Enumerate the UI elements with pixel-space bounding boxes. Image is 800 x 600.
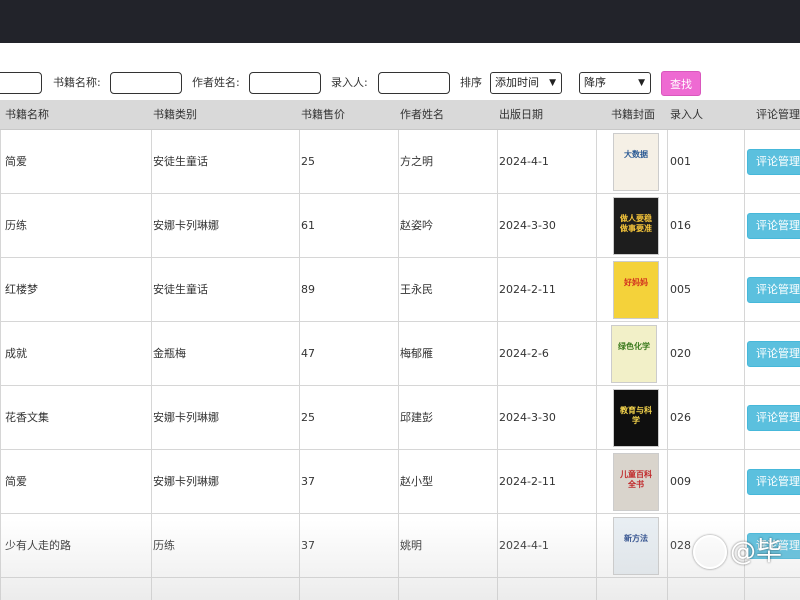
cover-title: 教育与科学 bbox=[620, 406, 652, 425]
enterer-cell: 005 bbox=[670, 283, 691, 296]
book-name-cell: 简爱 bbox=[5, 475, 27, 488]
book-name-cell: 历练 bbox=[5, 219, 27, 232]
book-cover-image: 做人要稳 做事要准 bbox=[613, 197, 659, 255]
book-price-cell: 47 bbox=[301, 347, 315, 360]
enterer-cell: 016 bbox=[670, 219, 691, 232]
book-price-cell: 25 bbox=[301, 411, 315, 424]
book-cover-image: 儿童百科全书 bbox=[613, 453, 659, 511]
col-header-category: 书籍类别 bbox=[153, 108, 197, 121]
book-cover-image: 绿色化学 bbox=[611, 325, 657, 383]
column-divider bbox=[299, 130, 300, 600]
chevron-down-icon: ▼ bbox=[549, 78, 556, 88]
review-manage-button[interactable]: 评论管理 bbox=[747, 149, 800, 175]
cover-title: 好妈妈 bbox=[624, 278, 648, 287]
enterer-label: 录入人: bbox=[331, 76, 368, 89]
book-category-cell: 安娜卡列琳娜 bbox=[153, 411, 219, 424]
author-name-cell: 姚明 bbox=[400, 539, 422, 552]
column-divider bbox=[667, 130, 668, 600]
publish-date-cell: 2024-2-11 bbox=[499, 283, 556, 296]
col-header-cover: 书籍封面 bbox=[611, 108, 655, 121]
col-header-author: 作者姓名 bbox=[400, 108, 444, 121]
enterer-cell: 026 bbox=[670, 411, 691, 424]
book-price-cell: 25 bbox=[301, 155, 315, 168]
col-header-review: 评论管理 bbox=[756, 108, 800, 121]
cover-title: 儿童百科全书 bbox=[620, 470, 652, 489]
search-button[interactable]: 查找 bbox=[661, 71, 701, 96]
watermark-text: @毕 bbox=[730, 537, 783, 567]
column-divider bbox=[0, 130, 1, 600]
enterer-input[interactable] bbox=[378, 72, 450, 94]
sort-field-select[interactable]: 添加时间 ▼ bbox=[490, 72, 562, 94]
author-name-input[interactable] bbox=[249, 72, 321, 94]
column-divider bbox=[596, 130, 597, 600]
book-category-cell: 历练 bbox=[153, 539, 175, 552]
author-name-cell: 赵姿吟 bbox=[400, 219, 433, 232]
book-price-cell: 37 bbox=[301, 539, 315, 552]
author-name-cell: 邱建彭 bbox=[400, 411, 433, 424]
column-divider bbox=[151, 130, 152, 600]
filter-input-partial[interactable] bbox=[0, 72, 42, 94]
book-price-cell: 61 bbox=[301, 219, 315, 232]
cover-title: 绿色化学 bbox=[618, 342, 650, 351]
col-header-name: 书籍名称 bbox=[5, 108, 49, 121]
author-name-cell: 方之明 bbox=[400, 155, 433, 168]
book-name-label: 书籍名称: bbox=[53, 76, 101, 89]
enterer-cell: 020 bbox=[670, 347, 691, 360]
col-header-date: 出版日期 bbox=[499, 108, 543, 121]
review-manage-button[interactable]: 评论管理 bbox=[747, 405, 800, 431]
review-manage-button[interactable]: 评论管理 bbox=[747, 277, 800, 303]
publish-date-cell: 2024-3-30 bbox=[499, 219, 556, 232]
book-category-cell: 金瓶梅 bbox=[153, 347, 186, 360]
book-name-cell: 成就 bbox=[5, 347, 27, 360]
book-cover-image: 好妈妈 bbox=[613, 261, 659, 319]
column-divider bbox=[497, 130, 498, 600]
book-category-cell: 安娜卡列琳娜 bbox=[153, 475, 219, 488]
author-name-label: 作者姓名: bbox=[192, 76, 240, 89]
column-divider bbox=[398, 130, 399, 600]
publish-date-cell: 2024-4-1 bbox=[499, 539, 549, 552]
author-name-cell: 梅郁雁 bbox=[400, 347, 433, 360]
column-divider bbox=[744, 130, 745, 600]
book-category-cell: 安娜卡列琳娜 bbox=[153, 219, 219, 232]
du-paw-icon bbox=[693, 535, 727, 569]
book-category-cell: 安徒生童话 bbox=[153, 283, 208, 296]
book-name-cell: 简爱 bbox=[5, 155, 27, 168]
cover-title: 做人要稳 做事要准 bbox=[620, 214, 652, 233]
review-manage-button[interactable]: 评论管理 bbox=[747, 469, 800, 495]
col-header-enterer: 录入人 bbox=[670, 108, 703, 121]
cover-title: 新方法 bbox=[624, 534, 648, 543]
sort-order-select[interactable]: 降序 ▼ bbox=[579, 72, 651, 94]
sort-label: 排序 bbox=[460, 76, 482, 89]
publish-date-cell: 2024-3-30 bbox=[499, 411, 556, 424]
author-name-cell: 赵小型 bbox=[400, 475, 433, 488]
book-category-cell: 安徒生童话 bbox=[153, 155, 208, 168]
cover-title: 大数据 bbox=[624, 150, 648, 159]
publish-date-cell: 2024-4-1 bbox=[499, 155, 549, 168]
col-header-price: 书籍售价 bbox=[301, 108, 345, 121]
book-name-cell: 红楼梦 bbox=[5, 283, 38, 296]
book-price-cell: 89 bbox=[301, 283, 315, 296]
book-cover-image: 大数据 bbox=[613, 133, 659, 191]
enterer-cell: 009 bbox=[670, 475, 691, 488]
book-name-cell: 花香文集 bbox=[5, 411, 49, 424]
book-name-cell: 少有人走的路 bbox=[5, 539, 71, 552]
enterer-cell: 001 bbox=[670, 155, 691, 168]
book-price-cell: 37 bbox=[301, 475, 315, 488]
book-cover-image: 教育与科学 bbox=[613, 389, 659, 447]
publish-date-cell: 2024-2-11 bbox=[499, 475, 556, 488]
book-name-input[interactable] bbox=[110, 72, 182, 94]
top-nav-bar bbox=[0, 0, 800, 43]
publish-date-cell: 2024-2-6 bbox=[499, 347, 549, 360]
sort-order-value: 降序 bbox=[584, 76, 606, 89]
review-manage-button[interactable]: 评论管理 bbox=[747, 341, 800, 367]
review-manage-button[interactable]: 评论管理 bbox=[747, 213, 800, 239]
chevron-down-icon: ▼ bbox=[638, 78, 645, 88]
author-name-cell: 王永民 bbox=[400, 283, 433, 296]
book-cover-image: 新方法 bbox=[613, 517, 659, 575]
enterer-cell: 028 bbox=[670, 539, 691, 552]
sort-field-value: 添加时间 bbox=[495, 76, 539, 89]
